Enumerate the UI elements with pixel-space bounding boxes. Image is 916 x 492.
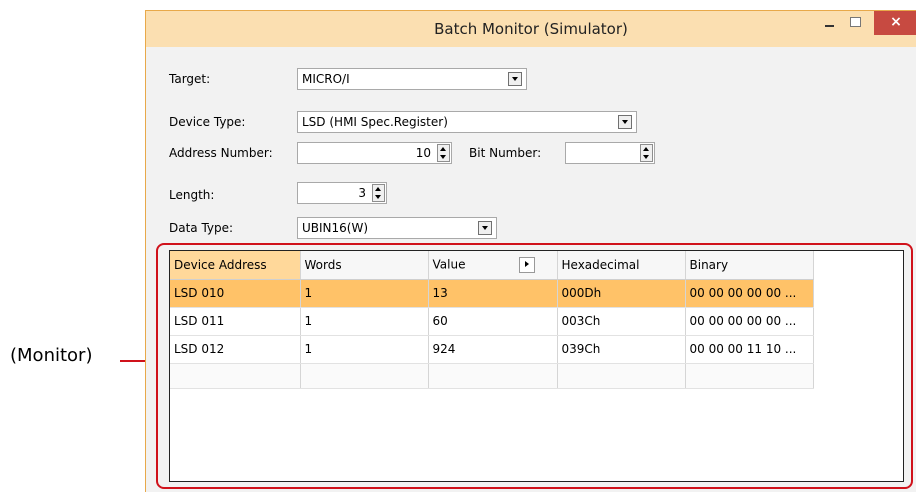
window-content: Target: MICRO/I Device Type: LSD (HMI Sp…	[146, 47, 916, 492]
monitor-grid[interactable]: Device Address Words Value Hexadecimal B…	[169, 250, 904, 482]
device-type-combo[interactable]: LSD (HMI Spec.Register)	[297, 111, 637, 133]
empty-cell[interactable]	[170, 363, 301, 389]
column-header-words[interactable]: Words	[300, 251, 429, 280]
device-type-value: LSD (HMI Spec.Register)	[302, 115, 448, 129]
length-label: Length:	[169, 188, 215, 202]
column-header-value-label: Value	[432, 257, 466, 272]
cell-hexadecimal[interactable]: 000Dh	[557, 279, 686, 308]
cell-words[interactable]: 1	[300, 335, 429, 364]
length-spinner-icon[interactable]	[372, 184, 385, 202]
column-header-hexadecimal[interactable]: Hexadecimal	[557, 251, 686, 280]
target-label: Target:	[169, 72, 211, 86]
cell-device-address[interactable]: LSD 011	[170, 307, 301, 336]
cell-binary[interactable]: 00 00 00 11 10 ...	[685, 335, 814, 364]
target-combo[interactable]: MICRO/I	[297, 68, 527, 90]
arrow-right-icon[interactable]	[519, 256, 536, 273]
cell-words[interactable]: 1	[300, 307, 429, 336]
column-header-binary[interactable]: Binary	[685, 251, 814, 280]
cell-binary[interactable]: 00 00 00 00 00 ...	[685, 279, 814, 308]
monitor-table: Device Address Words Value Hexadecimal B…	[170, 251, 814, 389]
table-row[interactable]: LSD 010 1 13 000Dh 00 00 00 00 00 ...	[170, 279, 814, 308]
length-value: 3	[358, 186, 366, 200]
address-number-value: 10	[415, 146, 431, 160]
cell-value[interactable]: 13	[428, 279, 558, 308]
bit-number-input[interactable]	[565, 142, 655, 164]
column-header-value[interactable]: Value	[428, 251, 558, 280]
bit-number-label: Bit Number:	[469, 146, 542, 160]
cell-value[interactable]: 60	[428, 307, 558, 336]
cell-device-address[interactable]: LSD 012	[170, 335, 301, 364]
address-number-label: Address Number:	[169, 146, 273, 160]
table-row-empty[interactable]	[170, 363, 814, 389]
table-row[interactable]: LSD 012 1 924 039Ch 00 00 00 11 10 ...	[170, 335, 814, 364]
chevron-down-icon[interactable]	[618, 115, 632, 129]
cell-value[interactable]: 924	[428, 335, 558, 364]
target-value: MICRO/I	[302, 72, 350, 86]
minimize-icon[interactable]	[818, 11, 842, 35]
column-header-device-address[interactable]: Device Address	[170, 251, 301, 280]
cell-words[interactable]: 1	[300, 279, 429, 308]
empty-cell[interactable]	[557, 363, 686, 389]
cell-binary[interactable]: 00 00 00 00 00 ...	[685, 307, 814, 336]
data-type-value: UBIN16(W)	[302, 221, 369, 235]
maximize-icon[interactable]	[844, 11, 868, 35]
cell-hexadecimal[interactable]: 003Ch	[557, 307, 686, 336]
length-input[interactable]: 3	[297, 182, 387, 204]
data-type-label: Data Type:	[169, 221, 234, 235]
empty-cell[interactable]	[300, 363, 429, 389]
device-type-label: Device Type:	[169, 115, 246, 129]
chevron-down-icon[interactable]	[508, 72, 522, 86]
address-spinner-icon[interactable]	[437, 144, 450, 162]
window-title: Batch Monitor (Simulator)	[434, 20, 628, 38]
batch-monitor-window: Batch Monitor (Simulator) × Target: MICR…	[145, 10, 916, 492]
address-number-input[interactable]: 10	[297, 142, 452, 164]
cell-device-address[interactable]: LSD 010	[170, 279, 301, 308]
monitor-callout-label: (Monitor)	[10, 345, 93, 366]
cell-hexadecimal[interactable]: 039Ch	[557, 335, 686, 364]
title-bar[interactable]: Batch Monitor (Simulator) ×	[146, 11, 916, 47]
close-icon[interactable]: ×	[874, 11, 916, 35]
data-type-combo[interactable]: UBIN16(W)	[297, 217, 497, 239]
chevron-down-icon[interactable]	[478, 221, 492, 235]
table-row[interactable]: LSD 011 1 60 003Ch 00 00 00 00 00 ...	[170, 307, 814, 336]
bit-spinner-icon[interactable]	[640, 144, 653, 162]
empty-cell[interactable]	[428, 363, 558, 389]
empty-cell[interactable]	[685, 363, 814, 389]
